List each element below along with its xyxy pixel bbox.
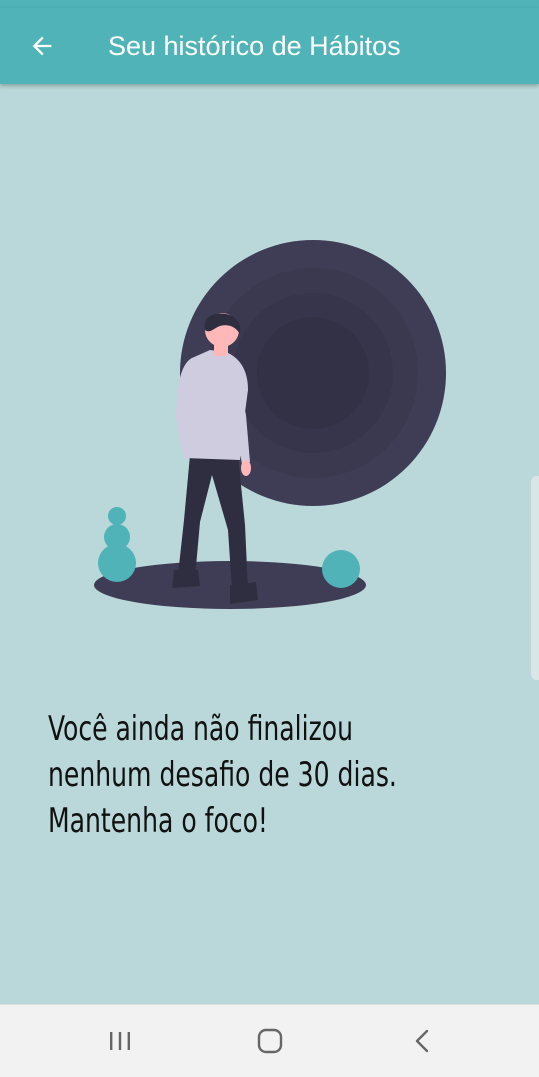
page-title: Seu histórico de Hábitos xyxy=(108,31,401,61)
arrow-left-icon xyxy=(32,36,52,56)
empty-state-message: Você ainda não finalizou nenhum desafio … xyxy=(48,706,425,844)
message-line: nenhum desafio de 30 dias. xyxy=(48,755,397,795)
home-icon xyxy=(257,1028,283,1054)
back-chevron-icon xyxy=(415,1029,429,1053)
back-button[interactable] xyxy=(22,26,62,66)
app-bar: Seu histórico de Hábitos xyxy=(0,8,539,84)
empty-state-illustration xyxy=(94,240,446,609)
message-line: Mantenha o foco! xyxy=(48,801,268,841)
edge-panel-handle[interactable] xyxy=(530,476,539,680)
recent-apps-button[interactable] xyxy=(75,1005,165,1077)
recent-apps-icon xyxy=(110,1032,130,1050)
home-button[interactable] xyxy=(225,1005,315,1077)
system-navigation-bar xyxy=(0,1004,539,1077)
message-line: Você ainda não finalizou xyxy=(48,709,354,749)
system-back-button[interactable] xyxy=(377,1005,467,1077)
status-bar xyxy=(0,0,539,8)
sphere-ball xyxy=(322,550,360,588)
